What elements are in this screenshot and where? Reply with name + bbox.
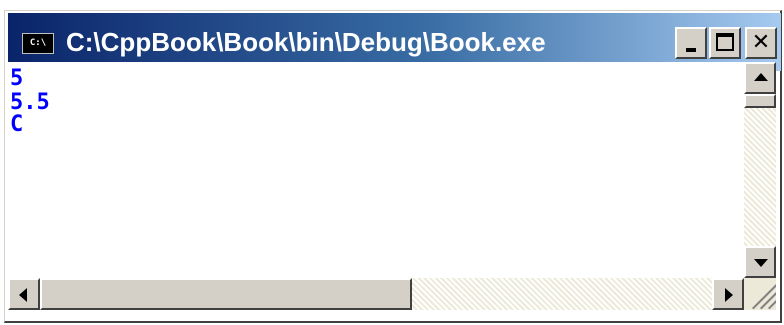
size-grip-icon[interactable] [744, 278, 776, 310]
vertical-scroll-thumb[interactable] [744, 94, 776, 108]
scroll-left-button[interactable] [8, 278, 40, 310]
horizontal-scrollbar[interactable] [8, 278, 744, 310]
scroll-down-button[interactable] [744, 246, 776, 278]
arrow-left-icon [19, 288, 27, 302]
maximize-button[interactable] [709, 27, 741, 59]
console-output-area[interactable]: 5 5.5 C [8, 62, 744, 278]
arrow-right-icon [725, 288, 733, 302]
console-line: C [10, 112, 24, 137]
console-app-icon[interactable]: C:\ [22, 33, 54, 54]
close-icon: ✕ [751, 30, 771, 55]
console-line: 5 [10, 66, 24, 91]
scroll-up-button[interactable] [744, 62, 776, 94]
horizontal-scroll-thumb[interactable] [40, 278, 412, 310]
close-button[interactable]: ✕ [745, 27, 777, 59]
minimize-button[interactable] [675, 27, 707, 59]
console-line: 5.5 [10, 90, 50, 115]
window-title: C:\CppBook\Book\bin\Debug\Book.exe [66, 27, 546, 57]
vertical-scrollbar[interactable] [744, 62, 776, 278]
arrow-down-icon [754, 259, 768, 267]
maximize-icon [716, 33, 734, 51]
scroll-right-button[interactable] [712, 278, 744, 310]
minimize-icon [686, 48, 696, 52]
arrow-up-icon [754, 73, 768, 81]
